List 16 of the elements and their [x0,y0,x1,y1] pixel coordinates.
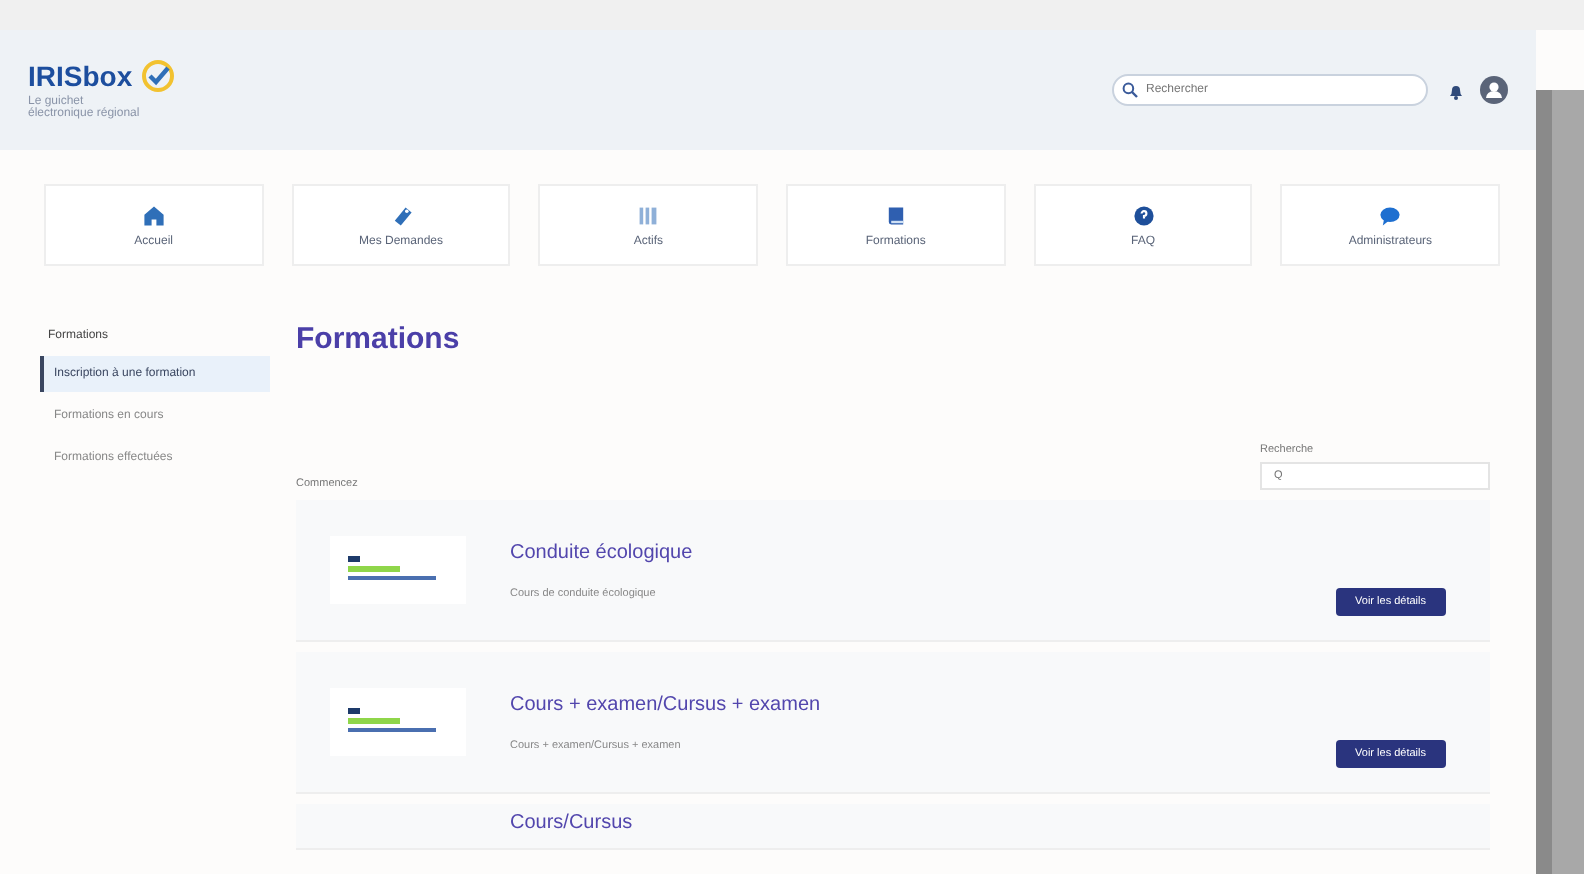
speech-bubble-icon [1378,203,1403,227]
tag-icon [389,203,413,227]
user-avatar-icon[interactable] [1480,76,1508,104]
page-title: Formations [296,322,462,356]
help-icon [1131,203,1156,227]
check-circle-icon [140,60,177,92]
logo-text: IRISbox [28,60,133,92]
bell-icon[interactable] [1448,81,1464,99]
book-icon [883,203,908,227]
home-icon [141,203,166,227]
course-title[interactable]: Cours/Cursus [510,812,633,834]
columns-icon [636,203,661,227]
course-title[interactable]: Cours + examen/Cursus + examen [510,693,1336,715]
course-logo [330,536,466,604]
course-title[interactable]: Conduite écologique [510,541,1336,563]
course-logo [330,688,466,756]
